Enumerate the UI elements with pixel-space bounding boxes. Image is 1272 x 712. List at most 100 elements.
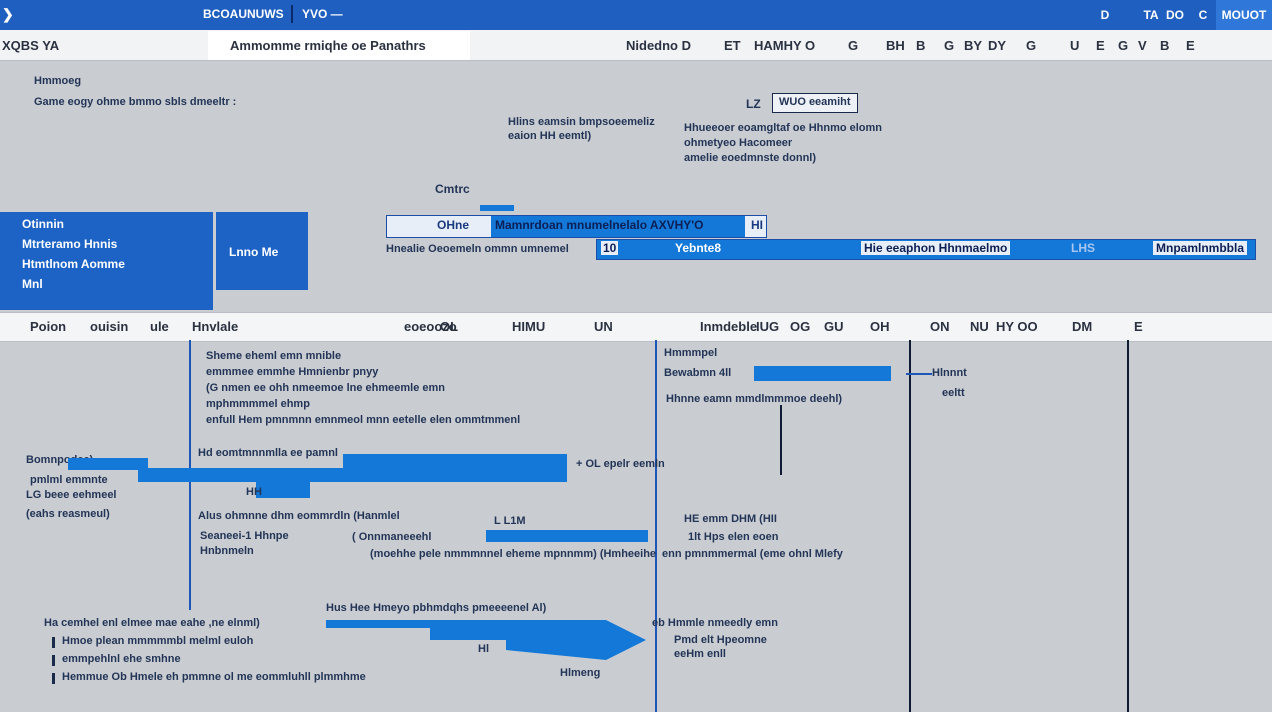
tab-item-13[interactable]: V (1138, 38, 1147, 53)
c3-d: HE emm DHM (HII (684, 513, 777, 525)
ribbon-item-3[interactable]: Hnvlale (192, 319, 238, 334)
divider-2 (655, 340, 657, 712)
title-divider (291, 5, 293, 23)
left-label-d: (eahs reasmeul) (26, 508, 110, 520)
ribbon-item-12[interactable]: OH (870, 319, 890, 334)
bottom-mid: Hlmeng (560, 667, 601, 679)
tab-item-11[interactable]: E (1096, 38, 1105, 53)
tab-active[interactable]: Ammomme rmiqhe oe Panathrs (208, 31, 470, 60)
tab-item-1[interactable]: ET (724, 38, 741, 53)
note1-line-a: Hlins eamsin bmpsoeemeliz (508, 116, 655, 128)
tab-item-3[interactable]: G (848, 38, 858, 53)
mid-d: L L1M (494, 515, 526, 527)
c3-e: 1lt Hps elen eoen (688, 531, 779, 543)
info-line-2: Mtrteramo Hnnis (22, 237, 118, 251)
ribbon-item-15[interactable]: HY OO (996, 319, 1038, 334)
field-row2-right: Mnpamlnmbbla (1153, 241, 1248, 255)
mid-b: Seaneei-1 Hhnpe (200, 530, 289, 542)
tab-item-10[interactable]: U (1070, 38, 1079, 53)
arrow2-sub: Hl (478, 643, 489, 655)
left-label-c: LG beee eehmeel (26, 489, 117, 501)
tab-item-15[interactable]: E (1186, 38, 1195, 53)
note2-line-a: Hhueeoer eoamgltaf oe Hhnmo elomn (684, 122, 883, 134)
tab-item-2[interactable]: HAMHY O (754, 38, 815, 53)
badge-prefix: LZ (746, 97, 761, 111)
ribbon-item-16[interactable]: DM (1072, 319, 1092, 334)
divider-3 (780, 405, 782, 475)
field-row2-mid: Hie eeaphon Hhnmaelmo (861, 241, 1011, 255)
ribbon-item-10[interactable]: OG (790, 319, 810, 334)
ribbon-item-17[interactable]: E (1134, 319, 1143, 334)
c1-line-1: emmmee emmhe Hmnienbr pnyy (206, 366, 379, 378)
field-row1-suffix: HI (751, 218, 763, 232)
field-row1-prefix: OHne (437, 218, 470, 232)
ribbon-bar: Poion ouisin ule Hnvlale eoeoozo OL HIMU UN Inmd… (0, 312, 1272, 342)
c3-bar[interactable] (754, 366, 891, 381)
list-bullet-0 (52, 637, 55, 648)
ribbon-item-8[interactable]: Inmdeble (700, 319, 757, 334)
center-label-underline (480, 205, 514, 211)
field-row1[interactable]: OHne Mamnrdoan mnumelnelalo AXVHY'O HI (386, 215, 767, 238)
tab-item-12[interactable]: G (1118, 38, 1128, 53)
field-row2[interactable]: 10 Yebnte8 Hie eeaphon Hhnmaelmo LHS Mnp… (596, 239, 1256, 260)
note1-line-b: eaion HH eemtl) (508, 130, 592, 142)
tab-left[interactable]: XQBS YA (2, 38, 59, 53)
list-item-0: Hmoe plean mmmmmbl melml euloh (62, 635, 254, 647)
divider-5 (1127, 340, 1129, 712)
tab-item-6[interactable]: G (944, 38, 954, 53)
tab-item-8[interactable]: DY (988, 38, 1006, 53)
ribbon-item-14[interactable]: NU (970, 319, 989, 334)
field-row1-value: Mamnrdoan mnumelnelalo AXVHY'O (495, 218, 704, 232)
arrow-note: + OL epelr eemln (576, 458, 665, 470)
ribbon-item-11[interactable]: GU (824, 319, 844, 334)
list-item-1: emmpehlnl ehe smhne (62, 653, 181, 665)
list-bullet-1 (52, 655, 55, 666)
tab-active-label: Ammomme rmiqhe oe Panathrs (230, 38, 426, 53)
arrow2-right-c: eeHm enll (674, 648, 726, 660)
window-control-1[interactable]: D (1082, 0, 1128, 30)
list-item-2: Hemmue Ob Hmele eh pmmne ol me eommluhll… (62, 671, 366, 683)
info-button[interactable]: Lnno Me (216, 212, 308, 290)
ribbon-item-0[interactable]: Poion (30, 319, 66, 334)
bar-a (68, 458, 148, 470)
mid-e: ( Onnmaneeehl (352, 531, 432, 543)
c1-line-3: mphmmmmel ehmp (206, 398, 310, 410)
c3-f: enn pmnmmermal (eme ohnl Mlefy (662, 548, 843, 560)
note2-line-c: amelie eoedmnste donnl) (684, 152, 817, 164)
panel-heading: Hmmoeg (34, 75, 82, 87)
c3-b: Bewabmn 4ll (664, 367, 732, 379)
left-label-b: pmlml emmnte (30, 474, 108, 486)
c4-tick (906, 373, 932, 375)
tab-item-0[interactable]: Nidedno D (626, 38, 691, 53)
field-row2-value: Yebnte8 (675, 241, 722, 255)
c4-a: Hlnnnt (932, 367, 967, 379)
arrow2-label: Hus Hee Hmeyo pbhmdqhs pmeeeenel Al) (326, 602, 547, 614)
ribbon-item-9[interactable]: IUG (756, 319, 779, 334)
note2-line-b: ohmetyeo Hacomeer (684, 137, 793, 149)
window-subtitle: YVO — (302, 7, 343, 21)
app-menu-icon[interactable]: ❯ (2, 6, 14, 23)
tab-item-4[interactable]: BH (886, 38, 905, 53)
ribbon-item-6[interactable]: HIMU (512, 319, 545, 334)
tab-item-7[interactable]: BY (964, 38, 982, 53)
tab-item-5[interactable]: B (916, 38, 925, 53)
badge-label: WUO eeamiht (779, 96, 851, 108)
info-block: Otinnin Mtrteramo Hnnis Htmtlnom Aomme M… (0, 212, 213, 310)
ribbon-item-13[interactable]: ON (930, 319, 950, 334)
tab-item-14[interactable]: B (1160, 38, 1169, 53)
c1-line-0: Sheme eheml emn mnible (206, 350, 342, 362)
mid-bar (486, 530, 648, 542)
tab-item-9[interactable]: G (1026, 38, 1036, 53)
ribbon-item-1[interactable]: ouisin (90, 319, 128, 334)
info-button-label: Lnno Me (229, 245, 279, 259)
divider-4 (909, 340, 911, 712)
ribbon-item-7[interactable]: UN (594, 319, 613, 334)
list-heading: Ha cemhel enl elmee mae eahe ,ne elnml) (44, 617, 260, 629)
ribbon-item-5[interactable]: OL (440, 319, 458, 334)
window-title: BCOAUNUWS (203, 7, 284, 21)
bar-c (343, 454, 567, 482)
info-line-3: Htmtlnom Aomme (22, 257, 125, 271)
bar-b (138, 468, 348, 482)
ribbon-item-2[interactable]: ule (150, 319, 169, 334)
window-control-5[interactable]: MOUOT (1216, 0, 1272, 30)
